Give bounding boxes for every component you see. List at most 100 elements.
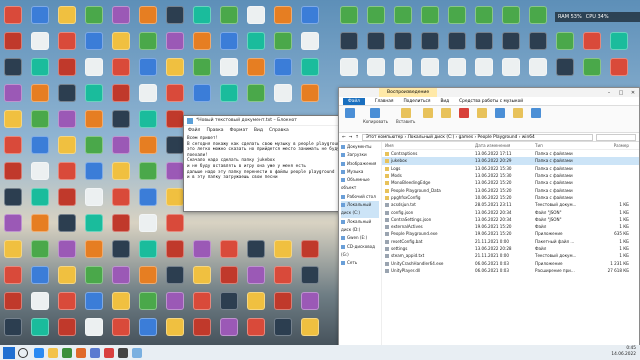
desktop-shortcut-icon[interactable] — [85, 162, 103, 180]
nav-item[interactable]: Сеть — [341, 259, 379, 267]
desktop-shortcut-icon[interactable] — [274, 266, 292, 284]
desktop-shortcut-icon[interactable] — [193, 292, 211, 310]
desktop-shortcut-icon[interactable] — [85, 240, 103, 258]
desktop-shortcut-icon[interactable] — [367, 32, 385, 50]
desktop-shortcut-icon[interactable] — [301, 84, 319, 102]
desktop-shortcut-icon[interactable] — [193, 32, 211, 50]
desktop-shortcut-icon[interactable] — [112, 240, 130, 258]
nav-item[interactable]: Объемные объект — [341, 176, 379, 193]
desktop-shortcut-icon[interactable] — [247, 58, 265, 76]
desktop-shortcut-icon[interactable] — [583, 58, 601, 76]
file-row[interactable]: MonoBleedingEdge 13.06.2022 15:20 Папка с … — [382, 179, 639, 186]
taskbar-folder-icon[interactable] — [48, 347, 58, 358]
taskbar-app-icon[interactable] — [34, 347, 44, 358]
desktop-shortcut-icon[interactable] — [58, 214, 76, 232]
taskbar-app-icon[interactable] — [90, 347, 100, 358]
explorer-window[interactable]: Воспроизведение – □ ✕ Файл Главная Подел… — [338, 87, 640, 353]
taskbar-app-icon[interactable] — [76, 347, 86, 358]
file-row[interactable]: Mods 13.06.2022 15:30 Папка с файлами — [382, 172, 639, 179]
desktop-shortcut-icon[interactable] — [448, 58, 466, 76]
file-row[interactable]: acsdsjun.txt 28.05.2021 23:11 Текстовый до… — [382, 201, 639, 208]
file-row[interactable]: settings 13.06.2022 20:28 Файл 1 КБ — [382, 245, 639, 252]
desktop-shortcut-icon[interactable] — [166, 32, 184, 50]
desktop-shortcut-icon[interactable] — [139, 266, 157, 284]
desktop-shortcut-icon[interactable] — [85, 318, 103, 336]
desktop-shortcut-icon[interactable] — [247, 266, 265, 284]
desktop-shortcut-icon[interactable] — [112, 162, 130, 180]
desktop-shortcut-icon[interactable] — [220, 6, 238, 24]
desktop-shortcut-icon[interactable] — [112, 292, 130, 310]
desktop-shortcut-icon[interactable] — [610, 58, 628, 76]
column-name[interactable]: Имя — [382, 143, 475, 148]
file-row[interactable]: Contraptions 13.06.2022 17:11 Папка с файл… — [382, 150, 639, 157]
desktop-shortcut-icon[interactable] — [220, 84, 238, 102]
desktop-shortcut-icon[interactable] — [112, 136, 130, 154]
desktop-shortcut-icon[interactable] — [166, 214, 184, 232]
desktop-shortcut-icon[interactable] — [31, 240, 49, 258]
desktop-shortcut-icon[interactable] — [220, 292, 238, 310]
desktop-shortcut-icon[interactable] — [31, 110, 49, 128]
desktop-shortcut-icon[interactable] — [112, 266, 130, 284]
desktop-shortcut-icon[interactable] — [31, 214, 49, 232]
desktop-shortcut-icon[interactable] — [58, 58, 76, 76]
desktop-shortcut-icon[interactable] — [85, 110, 103, 128]
desktop-shortcut-icon[interactable] — [112, 84, 130, 102]
desktop-shortcut-icon[interactable] — [340, 6, 358, 24]
desktop-shortcut-icon[interactable] — [340, 58, 358, 76]
desktop-shortcut-icon[interactable] — [4, 6, 22, 24]
desktop-shortcut-icon[interactable] — [166, 318, 184, 336]
desktop-shortcut-icon[interactable] — [475, 58, 493, 76]
menu-edit[interactable]: Правка — [206, 128, 223, 133]
tab-view[interactable]: Вид — [440, 99, 449, 104]
desktop-shortcut-icon[interactable] — [139, 110, 157, 128]
desktop-shortcut-icon[interactable] — [274, 58, 292, 76]
desktop-shortcut-icon[interactable] — [4, 58, 22, 76]
desktop-shortcut-icon[interactable] — [220, 240, 238, 258]
desktop-shortcut-icon[interactable] — [166, 84, 184, 102]
desktop-shortcut-icon[interactable] — [556, 32, 574, 50]
desktop-shortcut-icon[interactable] — [31, 84, 49, 102]
desktop-shortcut-icon[interactable] — [166, 240, 184, 258]
desktop-shortcut-icon[interactable] — [31, 58, 49, 76]
taskbar-app-icon[interactable] — [62, 347, 72, 358]
desktop-shortcut-icon[interactable] — [502, 6, 520, 24]
desktop-shortcut-icon[interactable] — [4, 214, 22, 232]
desktop-shortcut-icon[interactable] — [58, 266, 76, 284]
desktop-shortcut-icon[interactable] — [247, 292, 265, 310]
move-to-button[interactable] — [423, 108, 434, 130]
file-row[interactable]: steam_appid.txt 21.11.2021 0:00 Текстовый … — [382, 252, 639, 259]
desktop-shortcut-icon[interactable] — [475, 6, 493, 24]
desktop-shortcut-icon[interactable] — [421, 32, 439, 50]
desktop-shortcut-icon[interactable] — [448, 6, 466, 24]
desktop-shortcut-icon[interactable] — [166, 136, 184, 154]
desktop-shortcut-icon[interactable] — [394, 6, 412, 24]
desktop-shortcut-icon[interactable] — [58, 318, 76, 336]
desktop-shortcut-icon[interactable] — [112, 214, 130, 232]
desktop-shortcut-icon[interactable] — [85, 58, 103, 76]
desktop-shortcut-icon[interactable] — [4, 84, 22, 102]
desktop-shortcut-icon[interactable] — [4, 240, 22, 258]
desktop-shortcut-icon[interactable] — [274, 318, 292, 336]
desktop-shortcut-icon[interactable] — [610, 32, 628, 50]
desktop-shortcut-icon[interactable] — [139, 318, 157, 336]
desktop-shortcut-icon[interactable] — [4, 266, 22, 284]
desktop-shortcut-icon[interactable] — [421, 6, 439, 24]
desktop-shortcut-icon[interactable] — [166, 188, 184, 206]
desktop-shortcut-icon[interactable] — [421, 58, 439, 76]
file-row[interactable]: ContraSettings.json 13.06.2022 20:34 Файл … — [382, 216, 639, 223]
desktop-shortcut-icon[interactable] — [502, 32, 520, 50]
desktop-shortcut-icon[interactable] — [367, 58, 385, 76]
explorer-minimize-button[interactable]: – — [603, 88, 615, 98]
system-tray[interactable]: 0:45 14.06.2022 — [611, 346, 636, 358]
desktop-shortcut-icon[interactable] — [193, 240, 211, 258]
desktop-shortcut-icon[interactable] — [301, 58, 319, 76]
desktop-shortcut-icon[interactable] — [220, 32, 238, 50]
desktop-shortcut-icon[interactable] — [166, 292, 184, 310]
desktop-shortcut-icon[interactable] — [247, 240, 265, 258]
desktop-shortcut-icon[interactable] — [139, 214, 157, 232]
desktop-shortcut-icon[interactable] — [4, 318, 22, 336]
desktop-shortcut-icon[interactable] — [394, 58, 412, 76]
desktop-shortcut-icon[interactable] — [529, 58, 547, 76]
explorer-maximize-button[interactable]: □ — [615, 88, 627, 98]
nav-item[interactable]: Локальный диск (C:) — [341, 201, 379, 218]
